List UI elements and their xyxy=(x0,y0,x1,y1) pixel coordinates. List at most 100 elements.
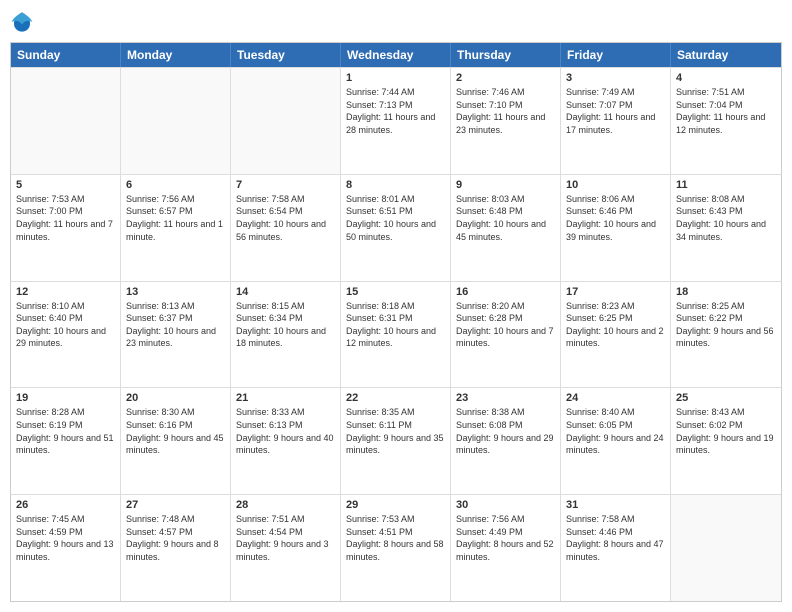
table-row: 27Sunrise: 7:48 AMSunset: 4:57 PMDayligh… xyxy=(121,495,231,601)
sunrise-text: Sunrise: 8:28 AM xyxy=(16,406,115,419)
sunset-text: Sunset: 6:31 PM xyxy=(346,312,445,325)
table-row: 28Sunrise: 7:51 AMSunset: 4:54 PMDayligh… xyxy=(231,495,341,601)
day-number: 15 xyxy=(346,286,445,298)
day-number: 7 xyxy=(236,179,335,191)
day-number: 28 xyxy=(236,499,335,511)
sunrise-text: Sunrise: 8:40 AM xyxy=(566,406,665,419)
daylight-text: Daylight: 10 hours and 56 minutes. xyxy=(236,218,335,243)
table-row: 18Sunrise: 8:25 AMSunset: 6:22 PMDayligh… xyxy=(671,282,781,388)
day-number: 30 xyxy=(456,499,555,511)
day-number: 24 xyxy=(566,392,665,404)
sunset-text: Sunset: 6:08 PM xyxy=(456,419,555,432)
daylight-text: Daylight: 9 hours and 3 minutes. xyxy=(236,538,335,563)
daylight-text: Daylight: 11 hours and 23 minutes. xyxy=(456,111,555,136)
calendar-body: 1Sunrise: 7:44 AMSunset: 7:13 PMDaylight… xyxy=(11,67,781,601)
table-row: 22Sunrise: 8:35 AMSunset: 6:11 PMDayligh… xyxy=(341,388,451,494)
header-cell-sunday: Sunday xyxy=(11,43,121,67)
sunrise-text: Sunrise: 7:46 AM xyxy=(456,86,555,99)
header-cell-thursday: Thursday xyxy=(451,43,561,67)
sunrise-text: Sunrise: 7:58 AM xyxy=(236,193,335,206)
sunset-text: Sunset: 4:57 PM xyxy=(126,526,225,539)
table-row: 21Sunrise: 8:33 AMSunset: 6:13 PMDayligh… xyxy=(231,388,341,494)
sunset-text: Sunset: 6:37 PM xyxy=(126,312,225,325)
table-row xyxy=(231,68,341,174)
sunrise-text: Sunrise: 8:33 AM xyxy=(236,406,335,419)
table-row: 2Sunrise: 7:46 AMSunset: 7:10 PMDaylight… xyxy=(451,68,561,174)
sunset-text: Sunset: 6:34 PM xyxy=(236,312,335,325)
logo xyxy=(10,10,36,34)
sunset-text: Sunset: 6:54 PM xyxy=(236,205,335,218)
day-number: 31 xyxy=(566,499,665,511)
sunset-text: Sunset: 6:19 PM xyxy=(16,419,115,432)
day-number: 21 xyxy=(236,392,335,404)
sunset-text: Sunset: 6:11 PM xyxy=(346,419,445,432)
sunrise-text: Sunrise: 8:23 AM xyxy=(566,300,665,313)
table-row: 26Sunrise: 7:45 AMSunset: 4:59 PMDayligh… xyxy=(11,495,121,601)
day-number: 20 xyxy=(126,392,225,404)
daylight-text: Daylight: 11 hours and 7 minutes. xyxy=(16,218,115,243)
sunrise-text: Sunrise: 8:01 AM xyxy=(346,193,445,206)
table-row xyxy=(671,495,781,601)
table-row: 5Sunrise: 7:53 AMSunset: 7:00 PMDaylight… xyxy=(11,175,121,281)
sunrise-text: Sunrise: 8:03 AM xyxy=(456,193,555,206)
sunrise-text: Sunrise: 7:56 AM xyxy=(456,513,555,526)
sunrise-text: Sunrise: 8:13 AM xyxy=(126,300,225,313)
table-row: 14Sunrise: 8:15 AMSunset: 6:34 PMDayligh… xyxy=(231,282,341,388)
table-row: 10Sunrise: 8:06 AMSunset: 6:46 PMDayligh… xyxy=(561,175,671,281)
daylight-text: Daylight: 9 hours and 45 minutes. xyxy=(126,432,225,457)
table-row: 19Sunrise: 8:28 AMSunset: 6:19 PMDayligh… xyxy=(11,388,121,494)
day-number: 11 xyxy=(676,179,776,191)
sunrise-text: Sunrise: 7:44 AM xyxy=(346,86,445,99)
day-number: 9 xyxy=(456,179,555,191)
daylight-text: Daylight: 10 hours and 29 minutes. xyxy=(16,325,115,350)
day-number: 14 xyxy=(236,286,335,298)
day-number: 27 xyxy=(126,499,225,511)
sunset-text: Sunset: 7:00 PM xyxy=(16,205,115,218)
sunrise-text: Sunrise: 7:49 AM xyxy=(566,86,665,99)
sunrise-text: Sunrise: 7:51 AM xyxy=(676,86,776,99)
calendar-row: 1Sunrise: 7:44 AMSunset: 7:13 PMDaylight… xyxy=(11,67,781,174)
daylight-text: Daylight: 9 hours and 19 minutes. xyxy=(676,432,776,457)
daylight-text: Daylight: 10 hours and 18 minutes. xyxy=(236,325,335,350)
day-number: 4 xyxy=(676,72,776,84)
daylight-text: Daylight: 10 hours and 45 minutes. xyxy=(456,218,555,243)
table-row: 24Sunrise: 8:40 AMSunset: 6:05 PMDayligh… xyxy=(561,388,671,494)
table-row: 16Sunrise: 8:20 AMSunset: 6:28 PMDayligh… xyxy=(451,282,561,388)
sunset-text: Sunset: 6:48 PM xyxy=(456,205,555,218)
day-number: 18 xyxy=(676,286,776,298)
header-cell-tuesday: Tuesday xyxy=(231,43,341,67)
daylight-text: Daylight: 10 hours and 39 minutes. xyxy=(566,218,665,243)
day-number: 25 xyxy=(676,392,776,404)
sunrise-text: Sunrise: 8:20 AM xyxy=(456,300,555,313)
sunset-text: Sunset: 6:02 PM xyxy=(676,419,776,432)
daylight-text: Daylight: 10 hours and 23 minutes. xyxy=(126,325,225,350)
sunset-text: Sunset: 7:10 PM xyxy=(456,99,555,112)
daylight-text: Daylight: 8 hours and 58 minutes. xyxy=(346,538,445,563)
day-number: 8 xyxy=(346,179,445,191)
calendar-row: 5Sunrise: 7:53 AMSunset: 7:00 PMDaylight… xyxy=(11,174,781,281)
daylight-text: Daylight: 9 hours and 13 minutes. xyxy=(16,538,115,563)
sunset-text: Sunset: 6:28 PM xyxy=(456,312,555,325)
day-number: 5 xyxy=(16,179,115,191)
calendar-header: SundayMondayTuesdayWednesdayThursdayFrid… xyxy=(11,43,781,67)
daylight-text: Daylight: 10 hours and 34 minutes. xyxy=(676,218,776,243)
daylight-text: Daylight: 10 hours and 50 minutes. xyxy=(346,218,445,243)
calendar-row: 12Sunrise: 8:10 AMSunset: 6:40 PMDayligh… xyxy=(11,281,781,388)
sunrise-text: Sunrise: 8:35 AM xyxy=(346,406,445,419)
daylight-text: Daylight: 9 hours and 29 minutes. xyxy=(456,432,555,457)
day-number: 12 xyxy=(16,286,115,298)
table-row: 3Sunrise: 7:49 AMSunset: 7:07 PMDaylight… xyxy=(561,68,671,174)
sunrise-text: Sunrise: 7:53 AM xyxy=(346,513,445,526)
sunset-text: Sunset: 6:16 PM xyxy=(126,419,225,432)
day-number: 6 xyxy=(126,179,225,191)
table-row: 17Sunrise: 8:23 AMSunset: 6:25 PMDayligh… xyxy=(561,282,671,388)
sunrise-text: Sunrise: 8:43 AM xyxy=(676,406,776,419)
daylight-text: Daylight: 11 hours and 1 minute. xyxy=(126,218,225,243)
day-number: 23 xyxy=(456,392,555,404)
daylight-text: Daylight: 8 hours and 47 minutes. xyxy=(566,538,665,563)
table-row: 31Sunrise: 7:58 AMSunset: 4:46 PMDayligh… xyxy=(561,495,671,601)
table-row: 29Sunrise: 7:53 AMSunset: 4:51 PMDayligh… xyxy=(341,495,451,601)
sunset-text: Sunset: 6:25 PM xyxy=(566,312,665,325)
header-cell-wednesday: Wednesday xyxy=(341,43,451,67)
sunset-text: Sunset: 7:13 PM xyxy=(346,99,445,112)
